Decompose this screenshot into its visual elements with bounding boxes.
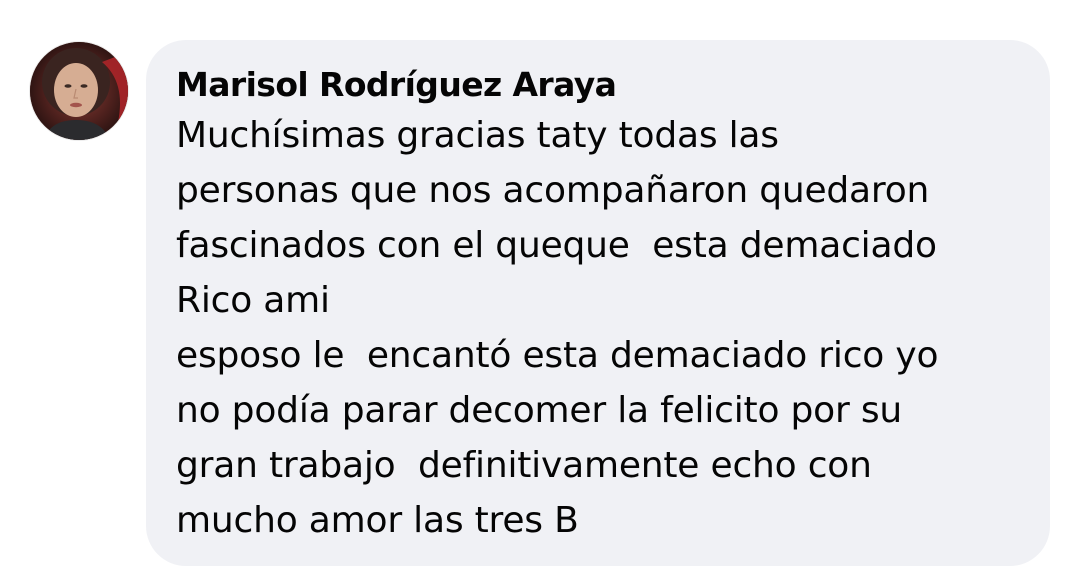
comment-bubble: Marisol Rodríguez Araya Muchísimas graci…: [146, 40, 1050, 566]
comment-author-name[interactable]: Marisol Rodríguez Araya: [176, 64, 1022, 106]
comment-text: Muchísimas gracias taty todas las person…: [176, 115, 939, 541]
avatar[interactable]: [30, 42, 128, 140]
avatar-photo: [30, 42, 128, 140]
comment-row: Marisol Rodríguez Araya Muchísimas graci…: [0, 0, 1080, 569]
